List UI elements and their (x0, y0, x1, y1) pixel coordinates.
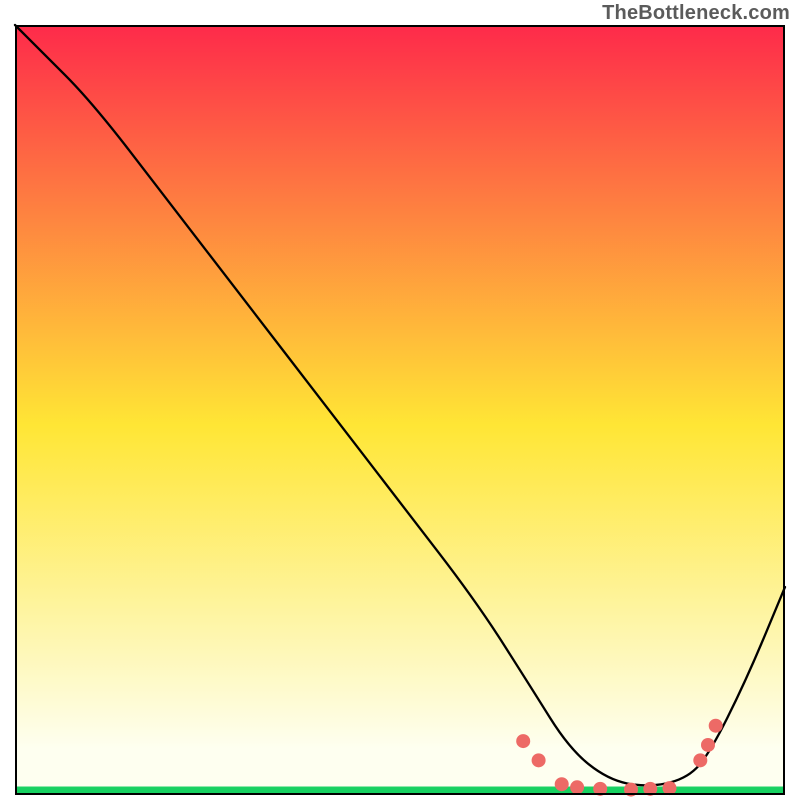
curve-marker-dot (663, 781, 677, 795)
curve-marker-dot (701, 738, 715, 752)
chart-plot-area (15, 25, 785, 795)
curve-marker-dot (624, 783, 638, 797)
curve-marker-group (516, 719, 723, 797)
curve-marker-dot (709, 719, 723, 733)
bottleneck-curve-line (15, 25, 785, 785)
curve-marker-dot (570, 780, 584, 794)
curve-marker-dot (516, 734, 530, 748)
chart-series-layer (15, 25, 785, 795)
curve-marker-dot (693, 753, 707, 767)
curve-marker-dot (532, 753, 546, 767)
curve-marker-dot (643, 782, 657, 796)
curve-marker-dot (593, 782, 607, 796)
curve-marker-dot (555, 777, 569, 791)
attribution-text: TheBottleneck.com (602, 2, 790, 25)
